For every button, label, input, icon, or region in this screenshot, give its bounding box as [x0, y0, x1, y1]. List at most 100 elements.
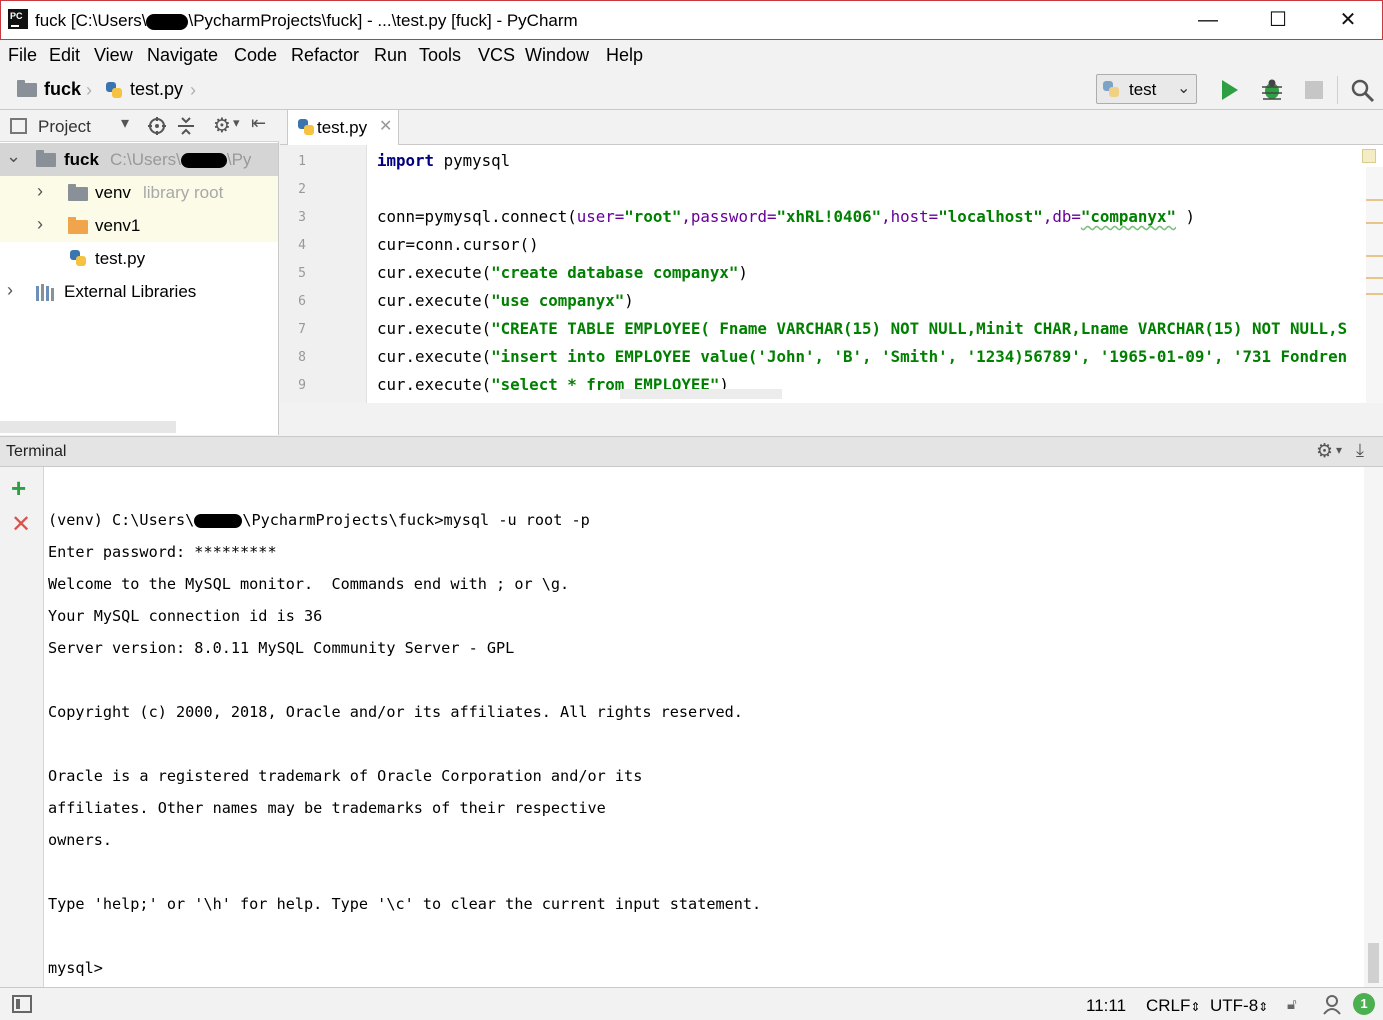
- close-session-icon[interactable]: ✕: [11, 510, 31, 539]
- lock-icon[interactable]: 🔓︎: [1287, 996, 1297, 1013]
- menu-refactor[interactable]: Refactor: [291, 45, 359, 66]
- tab-label: test.py: [317, 118, 368, 137]
- status-bar: 11:11 CRLF⇕ UTF-8⇕ 🔓︎ 1: [0, 987, 1383, 1020]
- line-number-gutter: 1 2 3 4 5 6 7 8 9: [280, 145, 367, 403]
- folder-icon: [68, 184, 88, 201]
- string-literal: "companyx": [1080, 207, 1176, 226]
- tool-windows-icon[interactable]: [12, 995, 32, 1013]
- menu-navigate[interactable]: Navigate: [147, 45, 218, 66]
- tree-item-note: library root: [143, 183, 224, 202]
- add-icon[interactable]: +: [11, 473, 26, 504]
- gear-icon[interactable]: ⚙: [1316, 440, 1333, 463]
- string-literal: "localhost": [938, 207, 1043, 226]
- menu-window[interactable]: Window: [525, 45, 589, 66]
- menu-edit[interactable]: Edit: [49, 45, 80, 66]
- code-text: cur.execute(: [377, 291, 492, 310]
- redacted-username: [146, 13, 189, 30]
- tree-row-venv1[interactable]: › venv1: [0, 209, 278, 242]
- terminal-line: Oracle is a registered trademark of Orac…: [48, 767, 643, 785]
- terminal-vertical-scrollbar[interactable]: [1364, 467, 1383, 987]
- tree-row-venv[interactable]: › venv library root: [0, 176, 278, 209]
- scrollbar-thumb[interactable]: [1368, 943, 1379, 983]
- project-root-path: C:\Users\ \Py: [110, 150, 251, 170]
- close-tab-icon[interactable]: ✕: [379, 116, 392, 136]
- menu-vcs[interactable]: VCS: [478, 45, 515, 66]
- minimize-panel-icon[interactable]: ⤓: [1356, 440, 1364, 461]
- python-file-icon: [298, 119, 314, 135]
- code-text: conn=pymysql.connect(: [377, 207, 577, 226]
- terminal-header: Terminal ⚙ ▾ ⤓: [0, 436, 1383, 467]
- minimize-button[interactable]: —: [1173, 1, 1243, 41]
- close-window-button[interactable]: ✕: [1313, 1, 1383, 41]
- maximize-button[interactable]: ☐: [1243, 1, 1313, 41]
- line-separator[interactable]: CRLF⇕: [1146, 996, 1200, 1016]
- editor-error-stripe[interactable]: [1366, 167, 1383, 403]
- window-title: fuck [C:\Users\ \PycharmProjects\fuck] - …: [35, 11, 578, 31]
- project-view-icon: [10, 118, 27, 134]
- tree-item-label: venv1: [95, 216, 141, 235]
- line-number: 7: [298, 322, 306, 337]
- code-text: cur.execute(: [377, 263, 492, 282]
- code-line-7: cur.execute("CREATE TABLE EMPLOYEE( Fnam…: [377, 319, 1347, 338]
- hide-panel-icon[interactable]: ⇤: [251, 113, 266, 134]
- breadcrumb-file[interactable]: test.py: [130, 79, 183, 100]
- menu-tools[interactable]: Tools: [419, 45, 461, 66]
- menu-help[interactable]: Help: [606, 45, 643, 66]
- chevron-right-icon[interactable]: ›: [37, 214, 43, 235]
- inspector-icon[interactable]: [1321, 993, 1343, 1015]
- menu-file[interactable]: File: [8, 45, 37, 66]
- chevron-down-icon[interactable]: ▾: [233, 115, 240, 131]
- python-config-icon: [1103, 81, 1119, 97]
- cursor-position[interactable]: 11:11: [1086, 996, 1126, 1016]
- inspection-status-icon[interactable]: [1362, 149, 1376, 163]
- run-configuration-select[interactable]: test ⌄: [1096, 74, 1197, 104]
- tree-row-project-root[interactable]: ⌄ fuck C:\Users\ \Py: [0, 143, 278, 176]
- code-line-8: cur.execute("insert into EMPLOYEE value(…: [377, 347, 1347, 366]
- up-down-arrows-icon: ⇕: [1258, 1000, 1269, 1014]
- menu-view[interactable]: View: [94, 45, 133, 66]
- chevron-down-icon: ⌄: [1177, 80, 1191, 97]
- terminal-prompt-prefix: (venv) C:\Users\: [48, 511, 195, 529]
- code-editor[interactable]: 1 2 3 4 5 6 7 8 9 import pymysql conn=py…: [280, 145, 1383, 403]
- file-encoding[interactable]: UTF-8⇕: [1210, 996, 1268, 1016]
- terminal-prompt-suffix: \PycharmProjects\fuck>mysql -u root -p: [242, 511, 590, 529]
- tree-row-test-py[interactable]: test.py: [0, 242, 278, 275]
- code-text: cur.execute(: [377, 319, 492, 338]
- chevron-down-icon[interactable]: ▾: [1336, 443, 1342, 457]
- breadcrumb-project[interactable]: fuck: [44, 79, 81, 100]
- debug-icon[interactable]: [1259, 77, 1285, 103]
- run-icon[interactable]: [1220, 79, 1240, 101]
- terminal-line: affiliates. Other names may be trademark…: [48, 799, 606, 817]
- editor-horizontal-scrollbar[interactable]: [620, 389, 782, 399]
- chevron-down-icon[interactable]: ▾: [121, 113, 129, 133]
- search-icon[interactable]: [1351, 79, 1375, 103]
- project-panel-title[interactable]: Project: [38, 117, 91, 137]
- toolbar-divider: [1337, 76, 1338, 104]
- tree-row-external-libraries[interactable]: › External Libraries: [0, 275, 278, 308]
- locate-icon[interactable]: [147, 116, 167, 136]
- gear-icon[interactable]: ⚙: [213, 113, 231, 138]
- terminal-line: Server version: 8.0.11 MySQL Community S…: [48, 639, 515, 657]
- python-file-icon: [70, 250, 86, 266]
- parameter: ,db=: [1042, 207, 1081, 226]
- folder-icon: [68, 217, 88, 234]
- notification-badge[interactable]: 1: [1353, 993, 1375, 1015]
- chevron-right-icon[interactable]: ›: [7, 280, 13, 301]
- up-down-arrows-icon: ⇕: [1190, 1000, 1201, 1014]
- line-number: 3: [298, 210, 306, 225]
- collapse-all-icon[interactable]: [176, 116, 196, 136]
- chevron-right-icon[interactable]: ›: [37, 181, 43, 202]
- run-configuration-label: test: [1129, 80, 1157, 99]
- terminal-output[interactable]: (venv) C:\Users\ \PycharmProjects\fuck>my…: [44, 467, 1364, 987]
- horizontal-scrollbar[interactable]: [0, 421, 176, 433]
- code-text: cur.execute(: [377, 375, 492, 394]
- terminal-line: Welcome to the MySQL monitor. Commands e…: [48, 575, 570, 593]
- line-number: 8: [298, 350, 306, 365]
- stop-icon[interactable]: [1305, 81, 1323, 99]
- chevron-down-icon[interactable]: ⌄: [6, 146, 21, 167]
- menu-run[interactable]: Run: [374, 45, 407, 66]
- string-literal: "CREATE TABLE EMPLOYEE( Fname VARCHAR(15…: [491, 319, 1348, 338]
- menu-code[interactable]: Code: [234, 45, 277, 66]
- tab-test-py[interactable]: test.py ✕: [287, 110, 399, 145]
- parameter: ,host=: [881, 207, 939, 226]
